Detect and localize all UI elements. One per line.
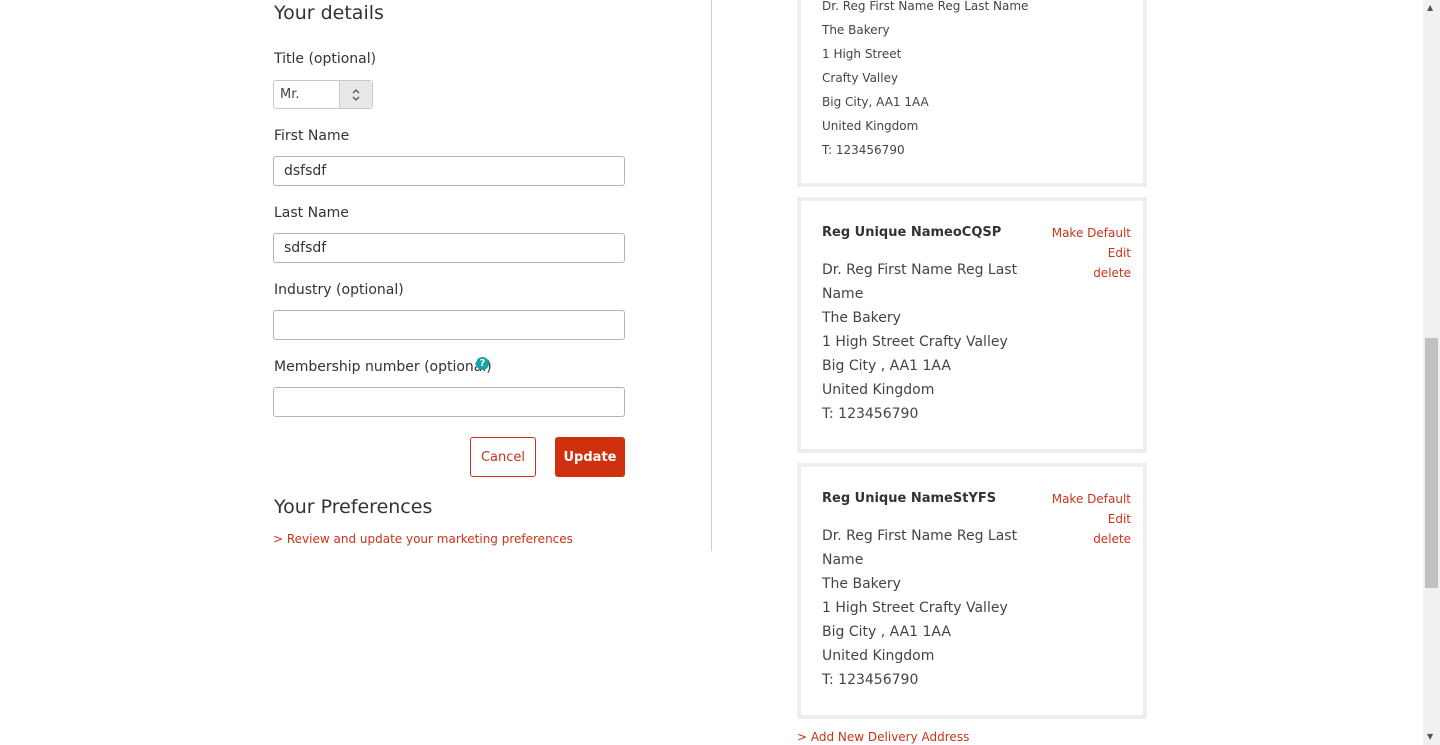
delete-link[interactable]: delete bbox=[1052, 529, 1131, 549]
column-divider bbox=[711, 0, 712, 551]
address-card: Reg Unique NameoCQSP Make Default Edit d… bbox=[797, 197, 1147, 453]
address-line: United Kingdom bbox=[822, 382, 935, 398]
membership-input[interactable] bbox=[273, 387, 625, 417]
scroll-down-arrow-icon[interactable]: ▼ bbox=[1427, 732, 1433, 741]
address-lines: Dr. Reg First Name Reg Last Name The Bak… bbox=[822, 258, 1022, 426]
title-select[interactable]: Mr. bbox=[273, 80, 373, 109]
title-label: Title (optional) bbox=[274, 51, 377, 67]
address-line: 1 High Street Crafty Valley bbox=[822, 600, 1008, 616]
last-name-label: Last Name bbox=[274, 205, 349, 221]
address-line: United Kingdom bbox=[822, 648, 935, 664]
select-chevrons-icon bbox=[339, 81, 372, 108]
make-default-link[interactable]: Make Default bbox=[1052, 223, 1131, 243]
address-line: United Kingdom bbox=[822, 119, 919, 133]
edit-link[interactable]: Edit bbox=[1052, 509, 1131, 529]
industry-input[interactable] bbox=[273, 310, 625, 340]
last-name-input[interactable]: sdfsdf bbox=[273, 233, 625, 263]
scroll-up-arrow-icon[interactable]: ▲ bbox=[1427, 3, 1433, 12]
address-line: Big City , AA1 1AA bbox=[822, 624, 951, 640]
address-line: Dr. Reg First Name Reg Last Name bbox=[822, 528, 1018, 568]
your-details-heading: Your details bbox=[274, 2, 384, 24]
update-button[interactable]: Update bbox=[555, 437, 625, 477]
marketing-preferences-link[interactable]: > Review and update your marketing prefe… bbox=[273, 532, 573, 546]
add-delivery-address-link[interactable]: > Add New Delivery Address bbox=[797, 730, 969, 744]
address-actions: Make Default Edit delete bbox=[1052, 489, 1131, 549]
edit-link[interactable]: Edit bbox=[1052, 243, 1131, 263]
address-line: Dr. Reg First Name Reg Last Name bbox=[822, 262, 1018, 302]
make-default-link[interactable]: Make Default bbox=[1052, 489, 1131, 509]
first-name-label: First Name bbox=[274, 128, 350, 144]
scrollbar-thumb[interactable] bbox=[1425, 338, 1438, 588]
address-line: The Bakery bbox=[822, 576, 901, 592]
address-line: The Bakery bbox=[822, 310, 901, 326]
address-line: The Bakery bbox=[822, 23, 890, 37]
page-scrollbar[interactable]: ▲ ▼ bbox=[1423, 0, 1440, 745]
address-line: 1 High Street bbox=[822, 47, 902, 61]
address-lines: Dr. Reg First Name Reg Last Name The Bak… bbox=[822, 524, 1022, 692]
address-line: Big City , AA1 1AA bbox=[822, 358, 951, 374]
your-preferences-heading: Your Preferences bbox=[274, 496, 433, 518]
industry-label: Industry (optional) bbox=[274, 282, 404, 298]
address-line: 1 High Street Crafty Valley bbox=[822, 334, 1008, 350]
address-line: T: 123456790 bbox=[822, 672, 919, 688]
address-card: Dr. Reg First Name Reg Last Name The Bak… bbox=[797, 0, 1147, 187]
address-name: Reg Unique NameStYFS bbox=[822, 491, 997, 506]
address-line: T: 123456790 bbox=[822, 143, 905, 157]
delete-link[interactable]: delete bbox=[1052, 263, 1131, 283]
membership-label: Membership number (optional) bbox=[274, 359, 492, 375]
title-select-value: Mr. bbox=[280, 87, 300, 102]
address-name: Reg Unique NameoCQSP bbox=[822, 225, 1002, 240]
help-icon[interactable]: ? bbox=[476, 357, 489, 370]
address-line: Crafty Valley bbox=[822, 71, 899, 85]
address-line: Big City, AA1 1AA bbox=[822, 95, 929, 109]
address-actions: Make Default Edit delete bbox=[1052, 223, 1131, 283]
address-line: Dr. Reg First Name Reg Last Name bbox=[822, 0, 1029, 13]
address-line: T: 123456790 bbox=[822, 406, 919, 422]
address-lines: Dr. Reg First Name Reg Last Name The Bak… bbox=[822, 0, 1028, 162]
cancel-button[interactable]: Cancel bbox=[470, 437, 536, 477]
address-card: Reg Unique NameStYFS Make Default Edit d… bbox=[797, 463, 1147, 719]
first-name-input[interactable]: dsfsdf bbox=[273, 156, 625, 186]
